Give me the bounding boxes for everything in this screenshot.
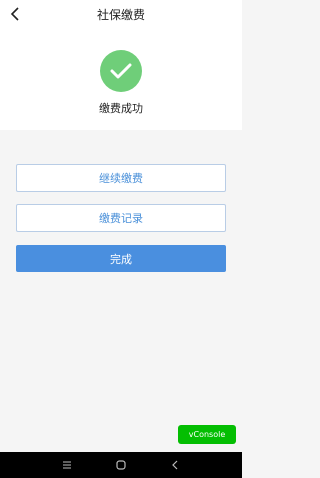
payment-record-button[interactable]: 缴费记录 <box>16 204 226 232</box>
continue-payment-button[interactable]: 继续缴费 <box>16 164 226 192</box>
menu-icon <box>63 461 71 469</box>
home-icon <box>116 460 126 470</box>
chevron-left-icon <box>10 7 19 21</box>
system-navbar <box>0 452 242 478</box>
nav-home-button[interactable] <box>111 455 131 475</box>
nav-menu-button[interactable] <box>57 455 77 475</box>
back-icon <box>172 460 178 470</box>
status-text: 缴费成功 <box>99 102 143 115</box>
page-title: 社保缴费 <box>96 7 145 22</box>
nav-back-button[interactable] <box>165 455 185 475</box>
done-button[interactable]: 完成 <box>16 245 226 272</box>
back-button[interactable] <box>4 2 26 26</box>
page: 社保缴费 缴费成功 继续缴费 缴费记录 完成 vConsole <box>0 0 242 478</box>
check-icon <box>110 63 132 79</box>
status-panel: 缴费成功 <box>0 28 242 130</box>
success-badge <box>100 50 142 92</box>
header-bar: 社保缴费 <box>0 0 242 28</box>
vconsole-button[interactable]: vConsole <box>178 425 236 444</box>
